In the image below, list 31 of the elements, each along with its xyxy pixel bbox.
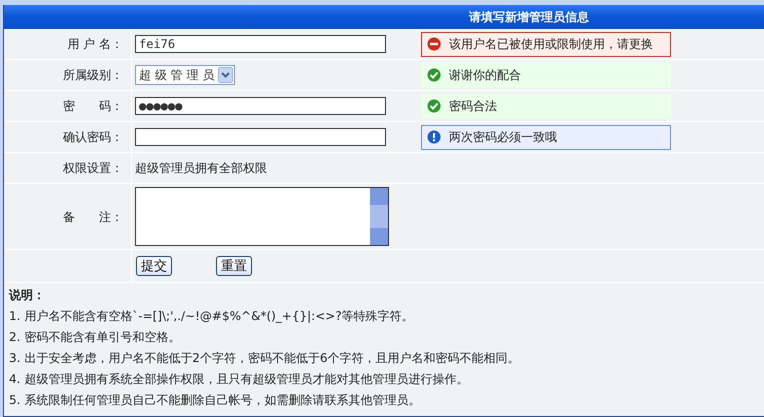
input-field[interactable]: ●●●●●● bbox=[135, 97, 386, 115]
note-item: 1. 用户名不能含有空格`-=[]\;',./~!@#$%^&*()_+{}|:<>?等特殊字符。 bbox=[9, 308, 415, 325]
notes-title: 说明： bbox=[9, 287, 46, 304]
field-label: 确认密码： bbox=[63, 129, 123, 146]
chevron-down-icon bbox=[218, 67, 234, 83]
checkmark-icon bbox=[427, 68, 441, 82]
note-item: 2. 密码不能含有单引号和空格。 bbox=[9, 328, 182, 346]
message-text: 两次密码必须一致哦 bbox=[449, 129, 557, 146]
level-dropdown[interactable]: 超 级 管 理 员 bbox=[135, 65, 236, 85]
scrollbar[interactable] bbox=[370, 188, 388, 245]
submit-button[interactable]: 提交 bbox=[136, 256, 172, 276]
input-field[interactable]: fei76 bbox=[135, 35, 386, 53]
field-label: 备 注： bbox=[63, 208, 123, 226]
note-item: 4. 超级管理员拥有系统全部操作权限，且只有超级管理员才能对其他管理员进行操作。 bbox=[9, 370, 470, 388]
exclamation-icon bbox=[427, 130, 441, 144]
note-item: 5. 系统限制任何管理员自己不能删除自己帐号，如需删除请联系其他管理员。 bbox=[9, 392, 422, 408]
message-text: 该用户名已被使用或限制使用，请更换 bbox=[449, 36, 653, 53]
message-text: 谢谢你的配合 bbox=[449, 67, 521, 84]
input-field[interactable] bbox=[135, 128, 386, 146]
field-label: 用 户 名： bbox=[67, 36, 123, 53]
message-text: 密码合法 bbox=[449, 98, 497, 115]
field-label: 所属级别： bbox=[63, 67, 123, 84]
checkmark-icon bbox=[427, 99, 441, 113]
note-item: 3. 出于安全考虑，用户名不能低于2个字符，密码不能低于6个字符，且用户名和密码不能相同。 bbox=[9, 350, 521, 366]
field-label: 权限设置： bbox=[63, 160, 123, 177]
permission-text: 超级管理员拥有全部权限 bbox=[135, 160, 267, 177]
no-entry-icon bbox=[427, 37, 441, 51]
remark-textarea[interactable] bbox=[135, 187, 389, 246]
reset-button[interactable]: 重置 bbox=[216, 256, 252, 276]
form-title: 请填写新增管理员信息 bbox=[469, 9, 589, 26]
field-label: 密 码： bbox=[63, 98, 123, 115]
